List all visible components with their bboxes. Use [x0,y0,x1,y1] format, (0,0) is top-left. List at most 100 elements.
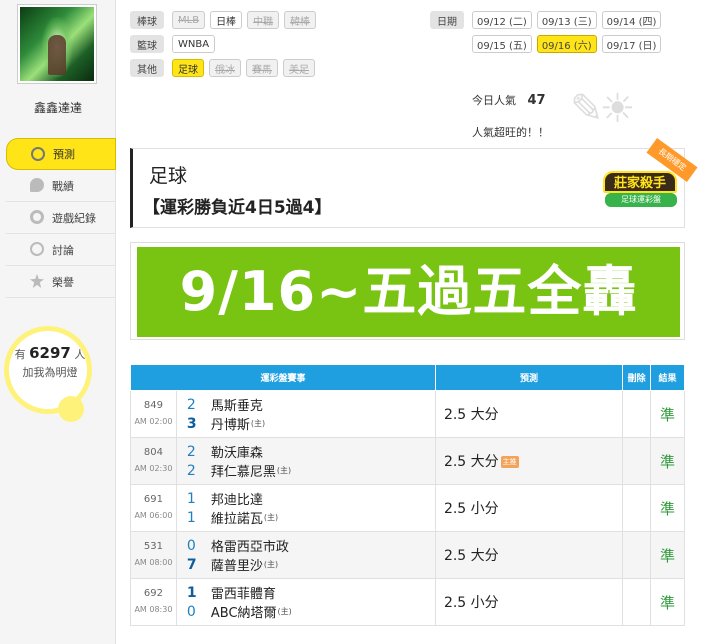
game-id-cell: 692 AM 08:30 [130,578,177,626]
filter-chip-football[interactable]: 美足 [283,59,315,77]
prediction-header: 足球 【運彩勝負近4日5過4】 莊家殺手 足球運彩盤 長期穩定 [130,138,698,228]
table-row: 691 AM 06:00 1 邦迪比達 1 維拉諾瓦 (主) 2.5 小分 準 [130,484,685,532]
sidebar-item-label: 討論 [52,243,74,257]
filter-chip-horse[interactable]: 賽馬 [246,59,278,77]
header-result: 結果 [650,364,685,391]
game-id: 531 [143,541,163,552]
filter-category: 籃球 [130,35,164,53]
home-score: 1 [186,509,196,526]
filter-row-basketball: 籃球 WNBA [130,32,321,56]
away-team[interactable]: 格雷西亞市政 [211,536,289,555]
filter-chip-cpbl[interactable]: 中職 [247,11,280,29]
table-row: 531 AM 08:00 0 格雷西亞市政 7 薩普里沙 (主) 2.5 大分 準 [130,531,685,579]
date-chip[interactable]: 09/13 (三) [536,11,597,29]
popularity: 今日人氣 47 [472,92,546,108]
home-marker: (主) [276,466,292,475]
teams-cell: 1 邦迪比達 1 維拉諾瓦 (主) [176,484,436,532]
home-team[interactable]: 拜仁慕尼黑 [211,461,276,480]
popularity-note: 人氣超旺的！！ [472,126,549,139]
game-id-cell: 804 AM 02:30 [130,437,177,485]
home-marker: (主) [263,513,279,522]
avatar[interactable] [17,4,97,84]
game-id: 849 [143,400,163,411]
sidebar-item-honor[interactable]: 榮譽 [6,266,116,298]
away-team[interactable]: 邦迪比達 [211,489,263,508]
header-prediction: 預測 [434,364,624,391]
result-cell: 準 [650,437,685,485]
username: 鑫鑫達達 [33,101,82,115]
prediction-pick: 2.5 大分 [443,407,499,423]
away-team[interactable]: 勒沃庫森 [211,442,263,461]
prediction-pick: 2.5 大分 [443,454,499,470]
header-delete: 刪除 [622,364,652,391]
sidebar-item-record[interactable]: 戰績 [6,170,116,202]
teams-cell: 1 雷西菲體育 0 ABC納塔爾 (主) [176,578,436,626]
result-cell: 準 [650,484,685,532]
sidebar-item-discuss[interactable]: 討論 [6,234,116,266]
bookmaker-killer-badge: 莊家殺手 足球運彩盤 長期穩定 [603,138,698,213]
date-chip[interactable]: 09/14 (四) [601,11,662,29]
teams-cell: 0 格雷西亞市政 7 薩普里沙 (主) [176,531,436,579]
home-score: 0 [186,603,196,620]
game-time: AM 02:30 [134,464,173,473]
game-id-cell: 531 AM 08:00 [130,531,177,579]
result-cell: 準 [650,390,685,438]
sidebar-item-label: 戰績 [52,179,74,193]
table-header-row: 運彩盤賽事 預測 刪除 結果 [130,364,685,391]
prediction-cell: 2.5 大分 主推 [434,437,624,485]
follower-count[interactable]: 有 6297 人 加我為明燈 [8,344,92,382]
away-team[interactable]: 馬斯垂克 [211,395,263,414]
promo-banner: 9/16~五過五全轟 [130,242,685,340]
game-id: 804 [143,447,163,458]
date-chip[interactable]: 09/12 (二) [472,11,532,29]
home-marker: (主) [250,419,266,428]
game-time: AM 06:00 [134,511,173,520]
game-id: 692 [143,588,163,599]
game-id: 691 [143,494,163,505]
sidebar-nav: 預測 戰績 遊戲紀錄 討論 榮譽 [6,138,116,298]
prediction-pick: 2.5 小分 [443,595,499,611]
home-team[interactable]: 維拉諾瓦 [211,508,263,527]
game-id-cell: 849 AM 02:00 [130,390,177,438]
home-team[interactable]: ABC納塔爾 [211,602,277,621]
banner-text: 9/16~五過五全轟 [137,247,680,337]
sidebar-item-game-history[interactable]: 遊戲紀錄 [6,202,116,234]
featured-pick-badge: 主推 [500,456,519,468]
sidebar-item-label: 遊戲紀錄 [52,211,96,225]
home-team[interactable]: 丹博斯 [211,414,250,433]
filter-chip-npb[interactable]: 日棒 [210,11,243,29]
sidebar-item-label: 預測 [53,148,75,161]
game-time: AM 08:30 [134,605,173,614]
delete-cell [622,484,652,532]
discuss-icon [30,242,44,256]
avatar-image [20,7,94,81]
popularity-value: 47 [527,93,546,108]
sidebar-item-predict[interactable]: 預測 [6,138,116,170]
filter-row-baseball: 棒球 MLB 日棒 中職 韓棒 [130,8,321,32]
delete-cell [622,390,652,438]
prediction-cell: 2.5 小分 [434,484,624,532]
away-team[interactable]: 雷西菲體育 [211,583,276,602]
home-team[interactable]: 薩普里沙 [211,555,263,574]
record-subtitle: 【運彩勝負近4日5過4】 [143,198,332,218]
filter-chip-hockey[interactable]: 俄冰 [209,59,241,77]
filter-chip-mlb[interactable]: MLB [172,11,206,29]
away-score: 0 [186,537,196,554]
away-score: 2 [186,396,196,413]
filter-chip-soccer[interactable]: 足球 [172,59,204,77]
game-time: AM 08:00 [134,558,173,567]
filter-chip-wnba[interactable]: WNBA [172,35,216,53]
header-event: 運彩盤賽事 [130,364,436,391]
follower-prefix: 有 [14,348,26,361]
sidebar-item-label: 榮譽 [52,275,74,289]
date-chip-selected[interactable]: 09/16 (六) [536,35,597,53]
table-row: 849 AM 02:00 2 馬斯垂克 3 丹博斯 (主) 2.5 大分 準 [130,390,685,438]
filter-category: 棒球 [130,11,164,29]
home-marker: (主) [277,607,292,616]
filter-chip-kbo[interactable]: 韓棒 [284,11,317,29]
chat-bubble-icon [30,178,44,192]
date-chip[interactable]: 09/15 (五) [472,35,532,53]
date-selector: 日期 09/12 (二) 09/13 (三) 09/14 (四) 09/15 (… [430,8,700,56]
date-chip[interactable]: 09/17 (日) [601,35,662,53]
teams-cell: 2 勒沃庫森 2 拜仁慕尼黑 (主) [176,437,436,485]
